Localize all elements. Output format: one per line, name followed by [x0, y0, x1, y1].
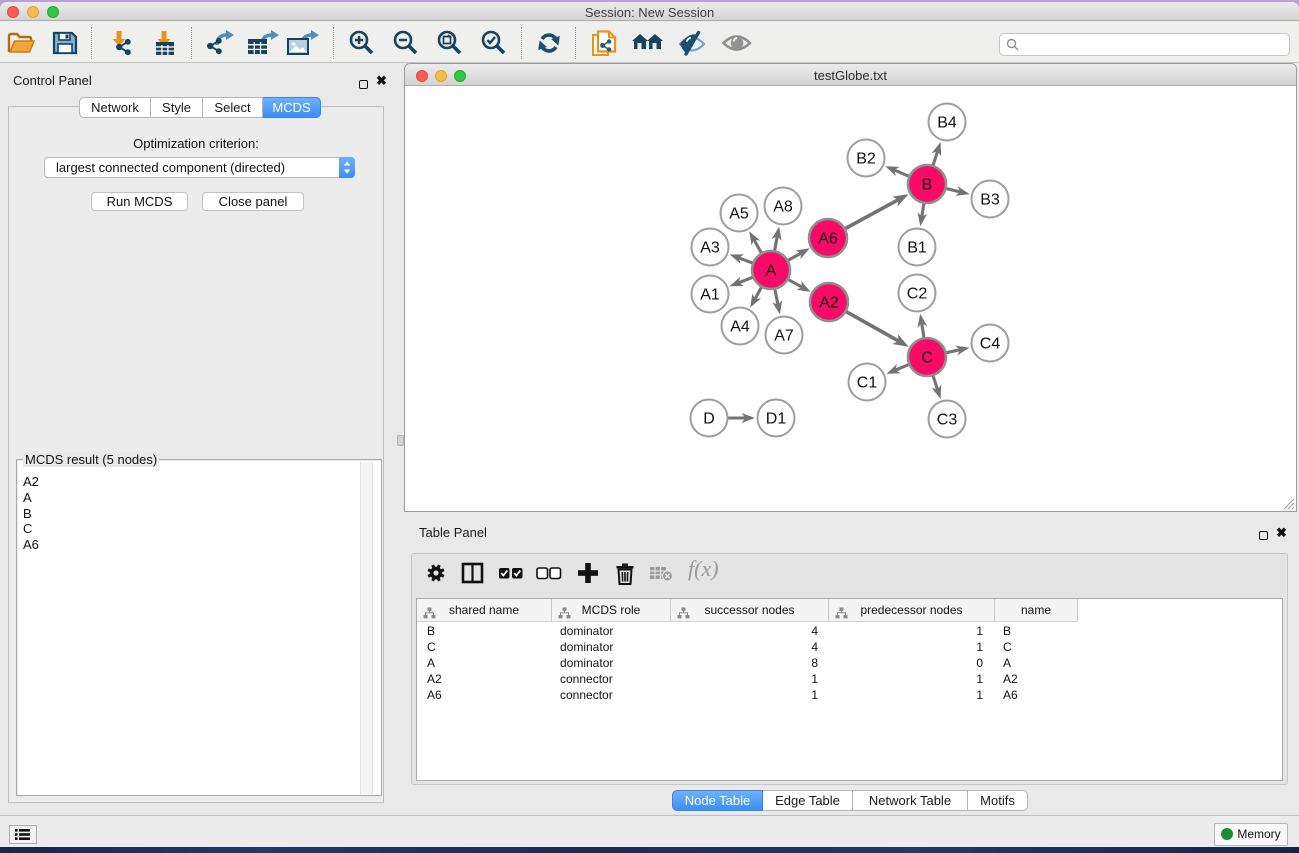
svg-text:C4: C4 — [980, 336, 1001, 353]
svg-text:D1: D1 — [766, 411, 787, 428]
svg-text:A2: A2 — [819, 295, 839, 312]
svg-text:A7: A7 — [774, 328, 794, 345]
svg-text:A6: A6 — [818, 231, 838, 248]
svg-text:B1: B1 — [907, 240, 927, 257]
svg-text:C: C — [921, 350, 933, 367]
svg-text:B2: B2 — [856, 151, 876, 168]
svg-text:A5: A5 — [729, 206, 749, 223]
svg-text:A: A — [766, 263, 777, 280]
svg-text:A4: A4 — [730, 319, 750, 336]
svg-text:A1: A1 — [700, 287, 720, 304]
svg-text:B4: B4 — [937, 115, 957, 132]
svg-text:B: B — [922, 177, 933, 194]
svg-text:D: D — [703, 411, 715, 428]
svg-text:C2: C2 — [907, 286, 928, 303]
svg-text:B3: B3 — [980, 192, 1000, 209]
svg-text:C1: C1 — [857, 375, 878, 392]
svg-text:C3: C3 — [937, 412, 958, 429]
svg-text:A3: A3 — [700, 240, 720, 257]
svg-text:A8: A8 — [773, 199, 793, 216]
